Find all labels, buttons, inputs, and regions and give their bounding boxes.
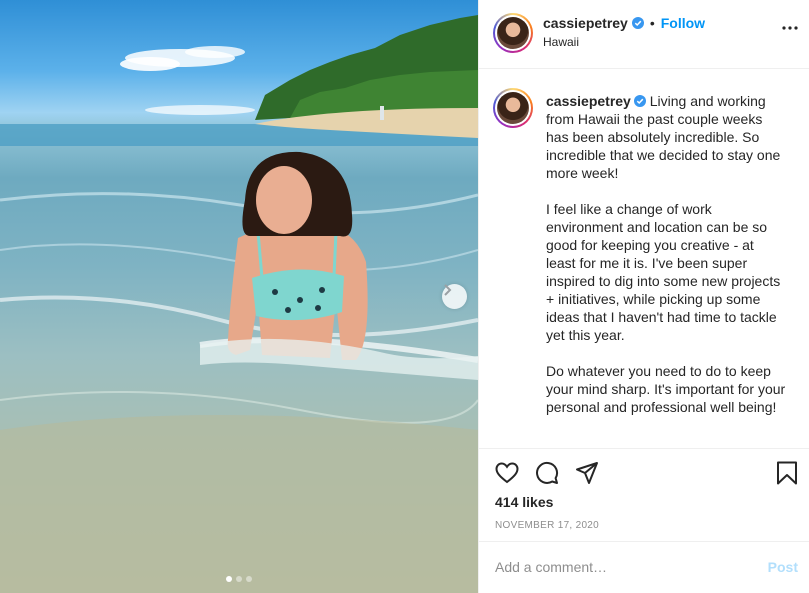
follow-button[interactable]: Follow: [661, 15, 705, 31]
comment-input[interactable]: [495, 556, 745, 578]
photo-scene: [0, 15, 478, 593]
post-location[interactable]: Hawaii: [543, 35, 579, 49]
post-actions: 414 likes NOVEMBER 17, 2020: [479, 448, 809, 541]
post-photo[interactable]: [0, 0, 478, 593]
more-options-icon[interactable]: [782, 26, 798, 30]
post-comment-button[interactable]: Post: [768, 559, 798, 575]
carousel-next-button[interactable]: [442, 284, 467, 309]
chevron-right-icon: [444, 284, 452, 296]
caption-avatar[interactable]: [493, 88, 533, 128]
caption-text: cassiepetrey Living and working from Haw…: [546, 92, 786, 416]
avatar-image: [497, 17, 529, 49]
post-side-panel: cassiepetrey • Follow Hawaii cassiepetre…: [478, 0, 809, 593]
likes-count[interactable]: 414 likes: [495, 494, 553, 510]
header-user-row: cassiepetrey • Follow: [543, 15, 705, 31]
carousel-indicator: [0, 576, 478, 582]
header-separator: •: [649, 15, 655, 31]
carousel-dot: [236, 576, 242, 582]
comment-bar: Post: [479, 541, 809, 593]
comment-icon[interactable]: [535, 461, 559, 485]
carousel-dot: [246, 576, 252, 582]
post-date[interactable]: NOVEMBER 17, 2020: [495, 520, 599, 531]
verified-badge-icon: [633, 95, 646, 107]
bookmark-icon[interactable]: [776, 461, 798, 485]
post-header: cassiepetrey • Follow Hawaii: [479, 0, 809, 69]
caption-section: cassiepetrey Living and working from Haw…: [479, 70, 809, 448]
header-username[interactable]: cassiepetrey: [543, 15, 628, 31]
avatar-image: [497, 92, 529, 124]
verified-badge-icon: [631, 17, 644, 29]
heart-icon[interactable]: [495, 462, 519, 484]
avatar[interactable]: [493, 13, 533, 53]
share-icon[interactable]: [575, 461, 599, 485]
caption-username[interactable]: cassiepetrey: [546, 93, 631, 109]
carousel-dot: [226, 576, 232, 582]
caption-body: Living and working from Hawaii the past …: [546, 93, 786, 415]
